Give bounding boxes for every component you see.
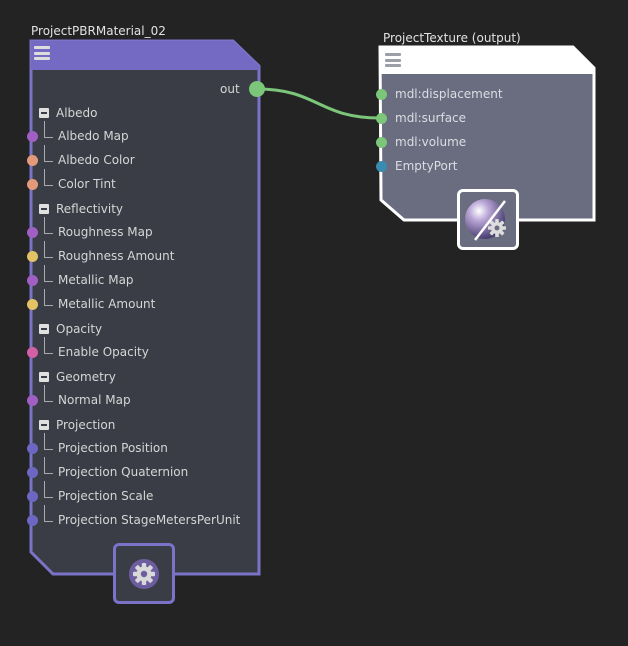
input-label-color-tint: Color Tint — [58, 177, 116, 191]
collapse-icon[interactable] — [39, 108, 49, 118]
gear-icon — [129, 558, 159, 589]
tree-connector — [44, 385, 53, 402]
collapse-icon[interactable] — [39, 324, 49, 334]
input-label-mdl-displacement: mdl:displacement — [395, 87, 503, 101]
tree-connector — [44, 481, 53, 498]
input-label-mdl-volume: mdl:volume — [395, 135, 467, 149]
input-port-enable-opacity[interactable] — [27, 347, 38, 358]
group-label: Opacity — [56, 322, 103, 336]
tree-connector — [44, 145, 53, 162]
input-port-mdl-displacement[interactable] — [376, 89, 387, 100]
tree-connector — [44, 241, 53, 258]
material-node-settings-button[interactable] — [113, 543, 175, 604]
input-port-normal-map[interactable] — [27, 395, 38, 406]
input-port-projection-quaternion[interactable] — [27, 467, 38, 478]
hamburger-menu-icon[interactable] — [34, 46, 50, 60]
tree-connector — [44, 265, 53, 282]
input-port-mdl-volume[interactable] — [376, 137, 387, 148]
input-label-projection-position: Projection Position — [58, 441, 168, 455]
input-label-enable-opacity: Enable Opacity — [58, 345, 149, 359]
tree-connector — [44, 337, 53, 354]
input-port-roughness-amount[interactable] — [27, 251, 38, 262]
group-label: Projection — [56, 418, 116, 432]
input-label-metallic-map: Metallic Map — [58, 273, 134, 287]
tree-connector — [44, 457, 53, 474]
group-header-albedo[interactable]: Albedo — [39, 106, 98, 120]
tree-connector — [44, 121, 53, 138]
input-label-metallic-amount: Metallic Amount — [58, 297, 156, 311]
collapse-icon[interactable] — [39, 204, 49, 214]
input-label-projection-stagemetersperunit: Projection StageMetersPerUnit — [58, 513, 241, 527]
tree-connector — [44, 289, 53, 306]
tree-connector — [44, 505, 53, 522]
input-port-albedo-color[interactable] — [27, 155, 38, 166]
input-label-albedo-map: Albedo Map — [58, 129, 129, 143]
input-port-albedo-map[interactable] — [27, 131, 38, 142]
input-label-normal-map: Normal Map — [58, 393, 131, 407]
output-node-title: ProjectTexture (output) — [383, 31, 521, 45]
group-label: Geometry — [56, 370, 116, 384]
output-port[interactable] — [249, 81, 265, 97]
tree-connector — [44, 433, 53, 450]
group-label: Albedo — [56, 106, 98, 120]
input-port-projection-stagemetersperunit[interactable] — [27, 515, 38, 526]
output-node-settings-button[interactable] — [457, 189, 519, 250]
collapse-icon[interactable] — [39, 420, 49, 430]
input-port-color-tint[interactable] — [27, 179, 38, 190]
input-label-emptyport: EmptyPort — [395, 159, 458, 173]
input-port-metallic-amount[interactable] — [27, 299, 38, 310]
hamburger-menu-icon[interactable] — [385, 53, 401, 67]
group-label: Reflectivity — [56, 202, 124, 216]
collapse-icon[interactable] — [39, 372, 49, 382]
tree-connector — [44, 217, 53, 234]
input-label-roughness-map: Roughness Map — [58, 225, 153, 239]
input-label-projection-scale: Projection Scale — [58, 489, 154, 503]
input-label-roughness-amount: Roughness Amount — [58, 249, 175, 263]
input-port-mdl-surface[interactable] — [376, 113, 387, 124]
input-label-mdl-surface: mdl:surface — [395, 111, 467, 125]
input-label-projection-quaternion: Projection Quaternion — [58, 465, 189, 479]
input-label-albedo-color: Albedo Color — [58, 153, 135, 167]
group-header-geometry[interactable]: Geometry — [39, 370, 116, 384]
input-port-projection-scale[interactable] — [27, 491, 38, 502]
tree-connector — [44, 169, 53, 186]
group-header-projection[interactable]: Projection — [39, 418, 115, 432]
input-port-emptyport[interactable] — [376, 161, 387, 172]
material-settings-icon — [465, 198, 506, 241]
input-port-projection-position[interactable] — [27, 443, 38, 454]
group-header-opacity[interactable]: Opacity — [39, 322, 102, 336]
material-node-title: ProjectPBRMaterial_02 — [31, 24, 166, 38]
input-port-roughness-map[interactable] — [27, 227, 38, 238]
group-header-reflectivity[interactable]: Reflectivity — [39, 202, 123, 216]
connection-wire[interactable] — [256, 87, 381, 120]
input-port-metallic-map[interactable] — [27, 275, 38, 286]
output-port-label: out — [220, 82, 240, 96]
